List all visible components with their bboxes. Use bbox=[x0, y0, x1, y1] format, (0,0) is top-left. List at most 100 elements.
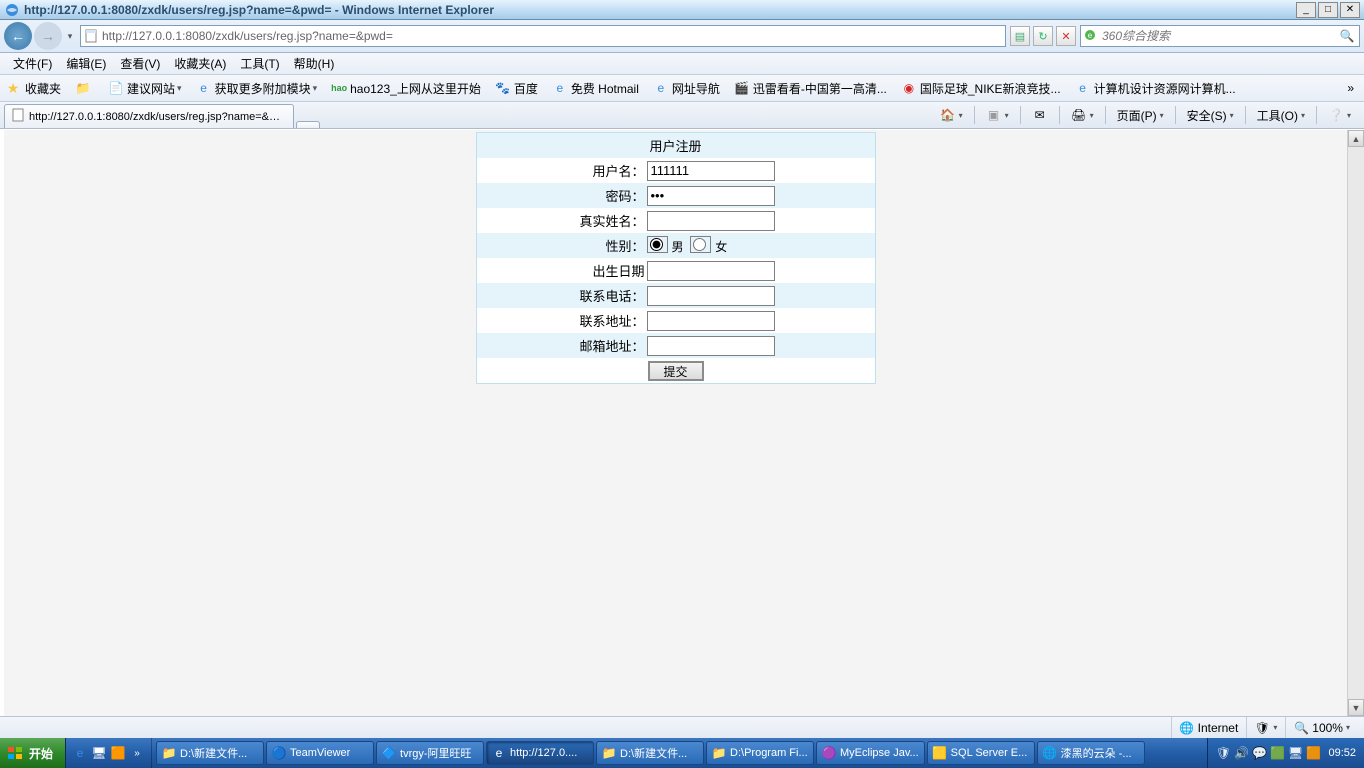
cmd-page-label: 页面(P) bbox=[1117, 107, 1157, 124]
cmd-mail[interactable]: ✉ bbox=[1027, 105, 1053, 125]
zoom-control[interactable]: 🔍 100% ▾ bbox=[1285, 717, 1358, 738]
submit-button[interactable]: 提交 bbox=[648, 361, 704, 381]
tab-active[interactable]: http://127.0.0.1:8080/zxdk/users/reg.jsp… bbox=[4, 104, 294, 128]
minimize-button[interactable]: _ bbox=[1296, 2, 1316, 18]
label-female: 女 bbox=[715, 240, 727, 254]
task-label: D:\新建文件... bbox=[620, 745, 687, 761]
task-item-6[interactable]: 🟣MyEclipse Jav... bbox=[816, 741, 925, 765]
task-item-1[interactable]: 🔵TeamViewer bbox=[266, 741, 374, 765]
tray-icon[interactable]: 🟧 bbox=[1306, 746, 1320, 760]
input-phone[interactable] bbox=[647, 286, 775, 306]
task-item-2[interactable]: 🔷tvrgy-阿里旺旺 bbox=[376, 741, 484, 765]
radio-female[interactable] bbox=[693, 238, 706, 251]
task-label: D:\Program Fi... bbox=[730, 747, 808, 759]
menu-view[interactable]: 查看(V) bbox=[113, 53, 167, 74]
favorites-label: 收藏夹 bbox=[25, 80, 61, 97]
fav-item-label: 计算机设计资源网计算机... bbox=[1094, 80, 1236, 97]
taskbar-clock[interactable]: 09:52 bbox=[1328, 747, 1356, 759]
fav-item-5[interactable]: e网址导航 bbox=[647, 78, 726, 99]
cmd-feeds[interactable]: ▣▾ bbox=[981, 105, 1014, 125]
cmd-print[interactable]: 🖨▾ bbox=[1066, 105, 1099, 125]
tray-icon[interactable]: 🟩 bbox=[1270, 746, 1284, 760]
input-address[interactable] bbox=[647, 311, 775, 331]
ql-ie-icon[interactable]: e bbox=[72, 745, 88, 761]
menu-edit[interactable]: 编辑(E) bbox=[59, 53, 113, 74]
windows-flag-icon bbox=[6, 744, 24, 762]
fav-item-0[interactable]: 📄建议网站▾ bbox=[102, 78, 188, 99]
input-realname[interactable] bbox=[647, 211, 775, 231]
scroll-down-button[interactable]: ▼ bbox=[1348, 699, 1364, 716]
input-username[interactable] bbox=[647, 161, 775, 181]
menu-tools[interactable]: 工具(T) bbox=[233, 53, 286, 74]
search-button[interactable]: 🔍 bbox=[1337, 27, 1357, 45]
cmd-tools[interactable]: 工具(O)▾ bbox=[1252, 105, 1310, 126]
fav-item-label: 百度 bbox=[514, 80, 538, 97]
tab-title: http://127.0.0.1:8080/zxdk/users/reg.jsp… bbox=[29, 111, 283, 123]
cmd-page[interactable]: 页面(P)▾ bbox=[1112, 105, 1169, 126]
refresh-button[interactable]: ↻ bbox=[1033, 26, 1053, 46]
help-icon: ❔ bbox=[1328, 107, 1344, 123]
stop-button[interactable]: ✕ bbox=[1056, 26, 1076, 46]
address-bar[interactable] bbox=[80, 25, 1006, 47]
ie-icon bbox=[4, 2, 20, 18]
forward-button[interactable]: → bbox=[34, 22, 62, 50]
scroll-up-button[interactable]: ▲ bbox=[1348, 130, 1364, 147]
window-title: http://127.0.0.1:8080/zxdk/users/reg.jsp… bbox=[24, 3, 494, 17]
back-button[interactable]: ← bbox=[4, 22, 32, 50]
fav-item-3[interactable]: 🐾百度 bbox=[489, 78, 544, 99]
cmd-help[interactable]: ❔▾ bbox=[1323, 105, 1356, 125]
menu-favorites[interactable]: 收藏夹(A) bbox=[167, 53, 233, 74]
app-icon: 🌐 bbox=[1043, 746, 1057, 760]
cmd-safety[interactable]: 安全(S)▾ bbox=[1182, 105, 1239, 126]
task-item-7[interactable]: 🟨SQL Server E... bbox=[927, 741, 1035, 765]
ql-overflow[interactable]: » bbox=[129, 745, 145, 761]
search-bar[interactable]: e 🔍 bbox=[1080, 25, 1360, 47]
scroll-track[interactable] bbox=[1348, 147, 1364, 699]
favorites-add-icon[interactable]: 📁 bbox=[69, 78, 100, 98]
fav-item-7[interactable]: ◉国际足球_NIKE新浪竞技... bbox=[895, 78, 1067, 99]
status-zone: 🌐 Internet bbox=[1171, 717, 1247, 738]
start-button[interactable]: 开始 bbox=[0, 738, 66, 768]
tray-icon[interactable]: 💬 bbox=[1252, 746, 1266, 760]
nav-history-dropdown[interactable]: ▾ bbox=[64, 26, 76, 46]
task-item-0[interactable]: 📁D:\新建文件... bbox=[156, 741, 264, 765]
cmd-tools-label: 工具(O) bbox=[1257, 107, 1298, 124]
fav-item-8[interactable]: e计算机设计资源网计算机... bbox=[1069, 78, 1242, 99]
input-birth[interactable] bbox=[647, 261, 775, 281]
tray-icon[interactable]: 🖥 bbox=[1288, 746, 1302, 760]
teamviewer-icon: 🔵 bbox=[272, 746, 286, 760]
search-input[interactable] bbox=[1102, 29, 1337, 43]
address-input[interactable] bbox=[102, 27, 1003, 45]
folder-icon: 📁 bbox=[712, 746, 726, 760]
task-item-5[interactable]: 📁 D:\Program Fi... bbox=[706, 741, 814, 765]
tray-icon[interactable]: 🛡 bbox=[1216, 746, 1230, 760]
task-label: 漆黑的云朵 -... bbox=[1061, 745, 1132, 761]
task-item-4[interactable]: 📁D:\新建文件... bbox=[596, 741, 704, 765]
fav-item-6[interactable]: 🎬迅雷看看-中国第一高清... bbox=[728, 78, 893, 99]
vertical-scrollbar[interactable]: ▲ ▼ bbox=[1347, 130, 1364, 716]
cmd-safety-label: 安全(S) bbox=[1187, 107, 1227, 124]
favorites-overflow[interactable]: » bbox=[1341, 81, 1360, 95]
menu-help[interactable]: 帮助(H) bbox=[287, 53, 342, 74]
ql-desktop-icon[interactable]: 🖥 bbox=[91, 745, 107, 761]
radio-male[interactable] bbox=[650, 238, 663, 251]
fav-item-1[interactable]: e获取更多附加模块▾ bbox=[190, 78, 324, 99]
tray-icon[interactable]: 🔊 bbox=[1234, 746, 1248, 760]
fav-item-2[interactable]: haohao123_上网从这里开始 bbox=[325, 78, 487, 99]
menu-file[interactable]: 文件(F) bbox=[6, 53, 59, 74]
task-item-8[interactable]: 🌐 漆黑的云朵 -... bbox=[1037, 741, 1145, 765]
close-button[interactable]: ✕ bbox=[1340, 2, 1360, 18]
fav-item-4[interactable]: e免费 Hotmail bbox=[546, 78, 645, 99]
taskbar: 开始 e 🖥 🟧 » 📁D:\新建文件... 🔵TeamViewer 🔷tvrg… bbox=[0, 738, 1364, 768]
compat-view-button[interactable]: ▤ bbox=[1010, 26, 1030, 46]
maximize-button[interactable]: □ bbox=[1318, 2, 1338, 18]
cmd-home[interactable]: 🏠▾ bbox=[935, 105, 968, 125]
input-email[interactable] bbox=[647, 336, 775, 356]
mail-icon: ✉ bbox=[1032, 107, 1048, 123]
task-item-3[interactable]: ehttp://127.0.... bbox=[486, 741, 594, 765]
input-password[interactable] bbox=[647, 186, 775, 206]
ql-app-icon[interactable]: 🟧 bbox=[110, 745, 126, 761]
new-tab-button[interactable] bbox=[296, 121, 320, 128]
fav-item-label: 建议网站 bbox=[127, 80, 175, 97]
favorites-star-icon[interactable]: ★ bbox=[4, 79, 22, 97]
